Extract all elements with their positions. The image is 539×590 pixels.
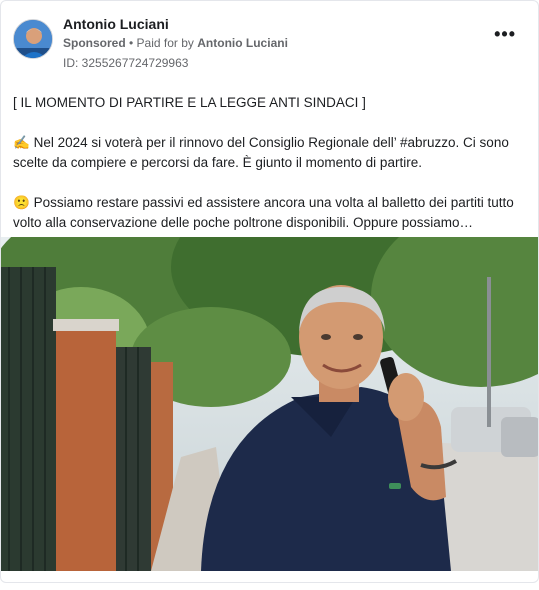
paragraph-2-text[interactable]: Possiamo restare passivi ed assistere an… <box>13 195 514 230</box>
ad-id: ID: 3255267724729963 <box>63 56 189 70</box>
writing-hand-icon: ✍️ <box>13 135 30 150</box>
ad-card: Antonio Luciani Sponsored • Paid for by … <box>0 0 539 583</box>
more-options-icon[interactable]: ••• <box>494 25 516 43</box>
post-text: [ IL MOMENTO DI PARTIRE E LA LEGGE ANTI … <box>13 93 533 233</box>
sponsored-label: Sponsored <box>63 36 126 50</box>
sponsored-line: Sponsored • Paid for by Antonio Luciani <box>63 36 288 50</box>
ad-header: Antonio Luciani Sponsored • Paid for by … <box>13 13 526 73</box>
ad-photo[interactable] <box>1 237 538 571</box>
post-paragraph-2: 🙁 Possiamo restare passivi ed assistere … <box>13 193 533 233</box>
post-headline: [ IL MOMENTO DI PARTIRE E LA LEGGE ANTI … <box>13 95 366 110</box>
paragraph-1-text: Nel 2024 si voterà per il rinnovo del Co… <box>13 135 509 170</box>
frowning-face-icon: 🙁 <box>13 195 30 210</box>
paid-for-name[interactable]: Antonio Luciani <box>197 36 288 50</box>
paid-for-prefix: • Paid for by <box>125 36 198 50</box>
advertiser-name[interactable]: Antonio Luciani <box>63 16 169 32</box>
post-paragraph-1: ✍️ Nel 2024 si voterà per il rinnovo del… <box>13 133 533 173</box>
advertiser-avatar[interactable] <box>13 19 53 59</box>
